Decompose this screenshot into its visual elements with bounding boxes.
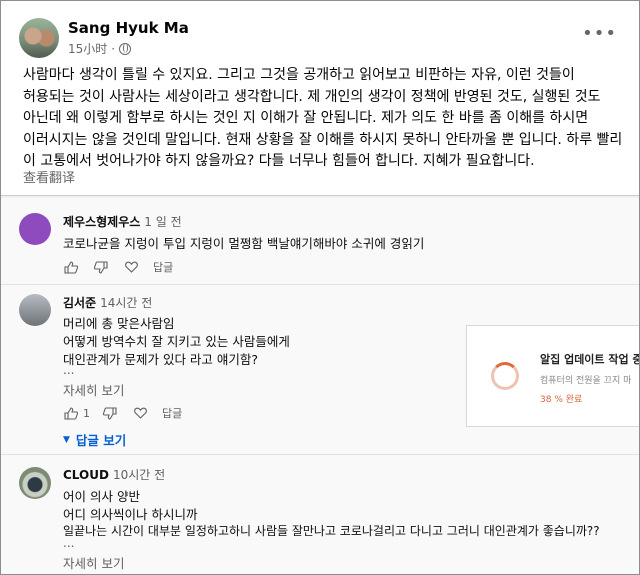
comment-time[interactable]: 10시간 전 <box>113 468 165 482</box>
comment-author[interactable]: 제우스형제우스 1 일 전 <box>63 213 182 230</box>
view-replies-label: 답글 보기 <box>75 433 127 448</box>
facebook-post: Sang Hyuk Ma 15小时 · ••• 사람마다 생각이 틀릴 수 있지… <box>1 1 639 196</box>
update-progress-popup: 알집 업데이트 작업 중 컴퓨터의 전원을 끄지 마 38 % 완료 <box>466 325 640 427</box>
comment-text: 코로나균을 지렁이 투입 지렁이 멀쩡함 백날얘기해바야 소귀에 경읽기 <box>63 236 425 251</box>
author-avatar[interactable] <box>19 18 59 58</box>
divider <box>1 454 639 455</box>
comment-text-line: 머리에 총 맞은사람임 <box>63 316 175 331</box>
loading-spinner-icon <box>491 362 519 390</box>
comment-ellipsis: ... <box>63 363 75 377</box>
thumbs-up-icon[interactable] <box>63 260 79 274</box>
comment-section: 제우스형제우스 1 일 전 코로나균을 지렁이 투입 지렁이 멀쩡함 백날얘기해바… <box>1 198 640 574</box>
comment-text-line: 어이 의사 양반 <box>63 489 140 504</box>
comment-text-line: 일끝나는 시간이 대부분 일정하고하니 사람들 잘만나고 코로나걸리고 다니고 … <box>63 524 600 538</box>
comment-actions: 답글 <box>63 259 173 275</box>
popup-progress: 38 % 완료 <box>540 395 583 405</box>
reply-button[interactable]: 답글 <box>153 259 173 275</box>
caret-down-icon: ▼ <box>63 434 70 445</box>
popup-title: 알집 업데이트 작업 중 <box>540 353 640 366</box>
post-text: 사람마다 생각이 틀릴 수 있지요. 그리고 그것을 공개하고 읽어보고 비판하… <box>23 67 623 169</box>
like-count: 1 <box>83 406 90 420</box>
popup-subtitle: 컴퓨터의 전원을 끄지 마 <box>540 376 632 386</box>
reply-button[interactable]: 답글 <box>162 405 182 421</box>
comment-author[interactable]: 김서준 14시간 전 <box>63 294 152 311</box>
comment-text-line: 어떻게 방역수치 잘 지키고 있는 사람들에게 <box>63 334 290 349</box>
commenter-avatar[interactable] <box>19 213 51 245</box>
post-meta: 15小时 · <box>68 40 132 57</box>
divider <box>1 284 639 285</box>
comment-text-line: 어디 의사씩이나 하시니까 <box>63 507 198 522</box>
show-more-link[interactable]: 자세히 보기 <box>63 553 124 572</box>
comment-actions: 1 답글 <box>63 405 182 421</box>
globe-icon <box>119 42 132 55</box>
comment-time[interactable]: 1 일 전 <box>144 215 181 229</box>
screenshot-frame: Sang Hyuk Ma 15小时 · ••• 사람마다 생각이 틀릴 수 있지… <box>0 0 640 575</box>
more-options-icon[interactable]: ••• <box>582 23 617 44</box>
view-replies-button[interactable]: ▼ 답글 보기 <box>63 430 126 449</box>
comment-ellipsis: ... <box>63 536 75 550</box>
comment-author[interactable]: CLOUD 10시간 전 <box>63 466 165 483</box>
post-author[interactable]: Sang Hyuk Ma <box>68 19 189 37</box>
see-translation-link[interactable]: 查看翻译 <box>23 167 75 186</box>
post-time[interactable]: 15小时 <box>68 40 107 57</box>
heart-icon[interactable] <box>123 260 139 274</box>
show-more-link[interactable]: 자세히 보기 <box>63 380 124 399</box>
thumbs-down-icon[interactable] <box>93 260 109 274</box>
dot-separator: · <box>111 41 116 56</box>
commenter-avatar[interactable] <box>19 467 51 499</box>
comment-time[interactable]: 14시간 전 <box>100 296 152 310</box>
thumbs-down-icon[interactable] <box>102 406 118 420</box>
heart-icon[interactable] <box>132 406 148 420</box>
commenter-avatar[interactable] <box>19 294 51 326</box>
thumbs-up-icon[interactable] <box>63 406 79 420</box>
comment-text-line: 대인관계가 문제가 있다 라고 얘기함? <box>63 352 259 367</box>
